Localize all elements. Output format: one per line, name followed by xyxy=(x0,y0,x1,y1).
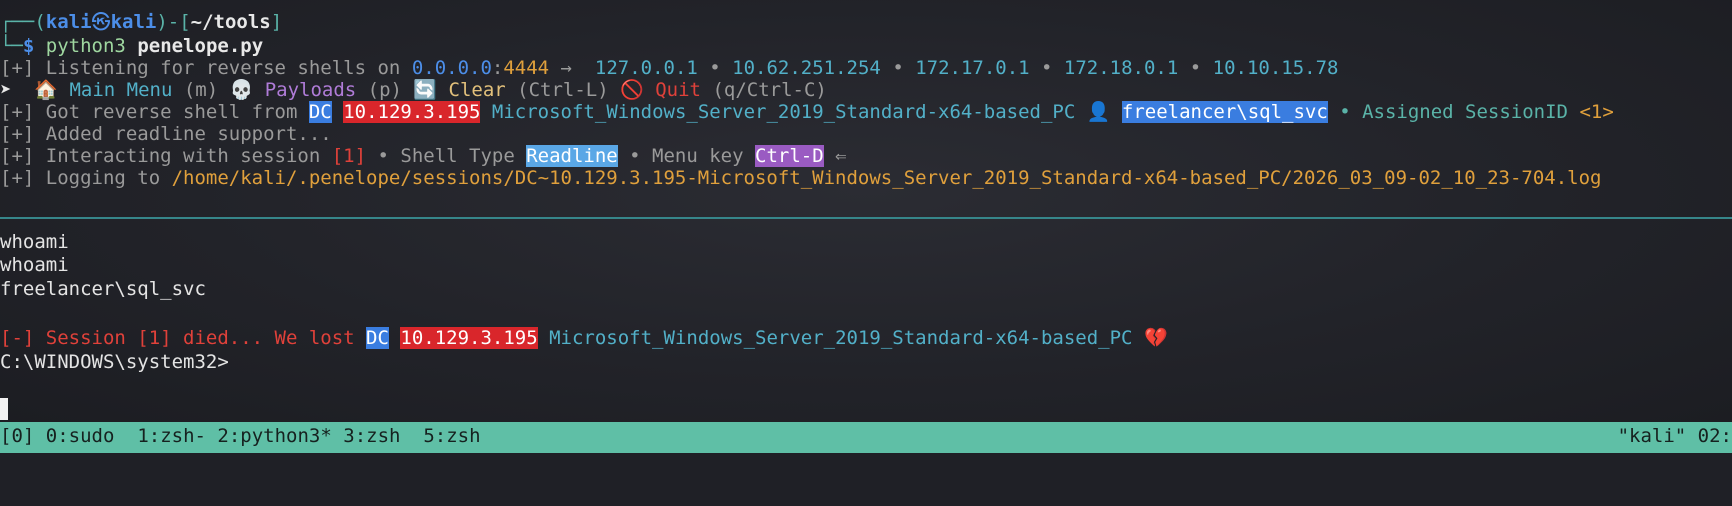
listen-ip: 10.10.15.78 xyxy=(1212,57,1339,79)
assigned-label: • Assigned SessionID xyxy=(1327,101,1580,123)
no-entry-icon: 🚫 xyxy=(620,79,644,101)
interacting-line: [+] Interacting with session [1] • Shell… xyxy=(0,144,847,168)
refresh-icon: 🔄 xyxy=(413,79,438,101)
died-prefix: [-] Session [1] died... We lost xyxy=(0,327,367,349)
tmux-window-tab[interactable]: 5:zsh xyxy=(423,425,480,447)
command-name: python3 xyxy=(45,35,126,57)
user-icon: 👤 xyxy=(1086,101,1111,123)
colon: : xyxy=(491,57,504,79)
listen-ip: 172.18.0.1 xyxy=(1063,57,1179,79)
got-shell-line: [+] Got reverse shell from DC 10.129.3.1… xyxy=(0,100,1614,124)
ip-badge: 10.129.3.195 xyxy=(343,101,481,123)
listen-ip: 127.0.0.1 xyxy=(594,57,698,79)
text-cursor xyxy=(0,398,8,420)
listen-ip: 10.62.251.254 xyxy=(732,57,881,79)
main-menu-key: (m) xyxy=(172,79,230,101)
prompt-corner-bottom: └─ xyxy=(0,35,23,57)
prompt-bracket: )-[ xyxy=(156,11,191,33)
session-id: <1> xyxy=(1579,101,1614,123)
logging-line: [+] Logging to /home/kali/.penelope/sess… xyxy=(0,166,1601,190)
listen-port: 4444 xyxy=(503,57,550,79)
shell-type-badge: Readline xyxy=(526,145,618,167)
windows-prompt: C:\WINDOWS\system32> xyxy=(0,351,229,373)
separator: • xyxy=(1029,57,1064,79)
tmux-window-tab[interactable]: 1:zsh- xyxy=(137,425,206,447)
separator: • xyxy=(880,57,916,79)
user-badge: freelancer\sql_svc xyxy=(1121,101,1328,123)
quit-label: Quit xyxy=(643,79,701,101)
prompt-path: ~/tools xyxy=(190,11,271,33)
tmux-session: [0] xyxy=(0,425,35,447)
prompt-corner: ┌── xyxy=(0,11,35,33)
prompt-user: kali xyxy=(45,11,92,33)
main-menu-label: Main Menu xyxy=(58,79,173,101)
prompt-dollar: $ xyxy=(22,35,46,57)
bind-ip: 0.0.0.0 xyxy=(411,57,492,79)
command-arg: penelope.py xyxy=(137,35,264,57)
prompt-host: kali xyxy=(110,11,157,33)
prompt-paren: ( xyxy=(34,11,46,33)
session-number: [1] xyxy=(331,145,367,167)
readline-line: [+] Added readline support... xyxy=(0,123,332,145)
tmux-window-tab[interactable]: 3:zsh xyxy=(343,425,400,447)
interacting-prefix: [+] Interacting with session xyxy=(0,145,332,167)
tmux-window-tab[interactable]: 0:sudo xyxy=(46,425,115,447)
payloads-key: (p) xyxy=(356,79,414,101)
payloads-label: Payloads xyxy=(253,79,357,101)
menu-key-badge: Ctrl-D xyxy=(755,145,824,167)
tmux-status-bar: [0] 0:sudo 1:zsh- 2:python3* 3:zsh 5:zsh… xyxy=(0,422,1732,453)
output-line: freelancer\sql_svc xyxy=(0,278,206,300)
ip-badge: 10.129.3.195 xyxy=(400,327,538,349)
shell-type-label: • Shell Type xyxy=(366,145,527,167)
skull-icon: 💀 xyxy=(229,79,254,101)
separator: • xyxy=(697,57,733,79)
listening-line: [+] Listening for reverse shells on 0.0.… xyxy=(0,56,1338,80)
arrow-icon: → xyxy=(549,57,595,79)
listening-prefix: [+] Listening for reverse shells on xyxy=(0,57,412,79)
output-line: whoami xyxy=(0,231,69,253)
prompt-line-top: ┌──(kali㉿kali)-[~/tools] xyxy=(0,10,282,34)
menu-line: ➤ 🏠 Main Menu (m) 💀 Payloads (p) 🔄 Clear… xyxy=(0,78,827,102)
os-name: Microsoft_Windows_Server_2019_Standard-x… xyxy=(537,327,1144,349)
home-icon: 🏠 xyxy=(34,79,58,101)
session-died-line: [-] Session [1] died... We lost DC 10.12… xyxy=(0,326,1168,350)
at-icon: ㉿ xyxy=(91,11,111,33)
quit-key: (q/Ctrl-C) xyxy=(701,79,827,101)
separator: • xyxy=(1178,57,1213,79)
clear-label: Clear xyxy=(437,79,506,101)
os-name: Microsoft_Windows_Server_2019_Standard-x… xyxy=(480,101,1087,123)
logging-prefix: [+] Logging to xyxy=(0,167,172,189)
broken-heart-icon: 💔 xyxy=(1143,327,1168,349)
session-divider xyxy=(0,217,1732,219)
log-path: /home/kali/.penelope/sessions/DC~10.129.… xyxy=(171,167,1602,189)
host-badge: DC xyxy=(308,101,332,123)
arrow-left-icon: ⇐ xyxy=(823,145,847,167)
prompt-bracket-end: ] xyxy=(270,11,283,33)
clear-key: (Ctrl-L) xyxy=(505,79,621,101)
host-badge: DC xyxy=(366,327,389,349)
bullet-icon: ➤ xyxy=(0,79,35,101)
tmux-host-time: "kali" 02: xyxy=(1617,425,1732,447)
terminal-pane[interactable]: ┌──(kali㉿kali)-[~/tools] └─$ python3 pen… xyxy=(0,0,1732,422)
menu-key-label: • Menu key xyxy=(617,145,756,167)
prompt-line-command: └─$ python3 penelope.py xyxy=(0,34,263,58)
got-shell-prefix: [+] Got reverse shell from xyxy=(0,101,309,123)
listen-ip: 172.17.0.1 xyxy=(915,57,1030,79)
tmux-windows: [0] 0:sudo 1:zsh- 2:python3* 3:zsh 5:zsh xyxy=(0,422,481,450)
tmux-window-tab-active[interactable]: 2:python3* xyxy=(217,425,331,447)
output-line: whoami xyxy=(0,254,69,276)
